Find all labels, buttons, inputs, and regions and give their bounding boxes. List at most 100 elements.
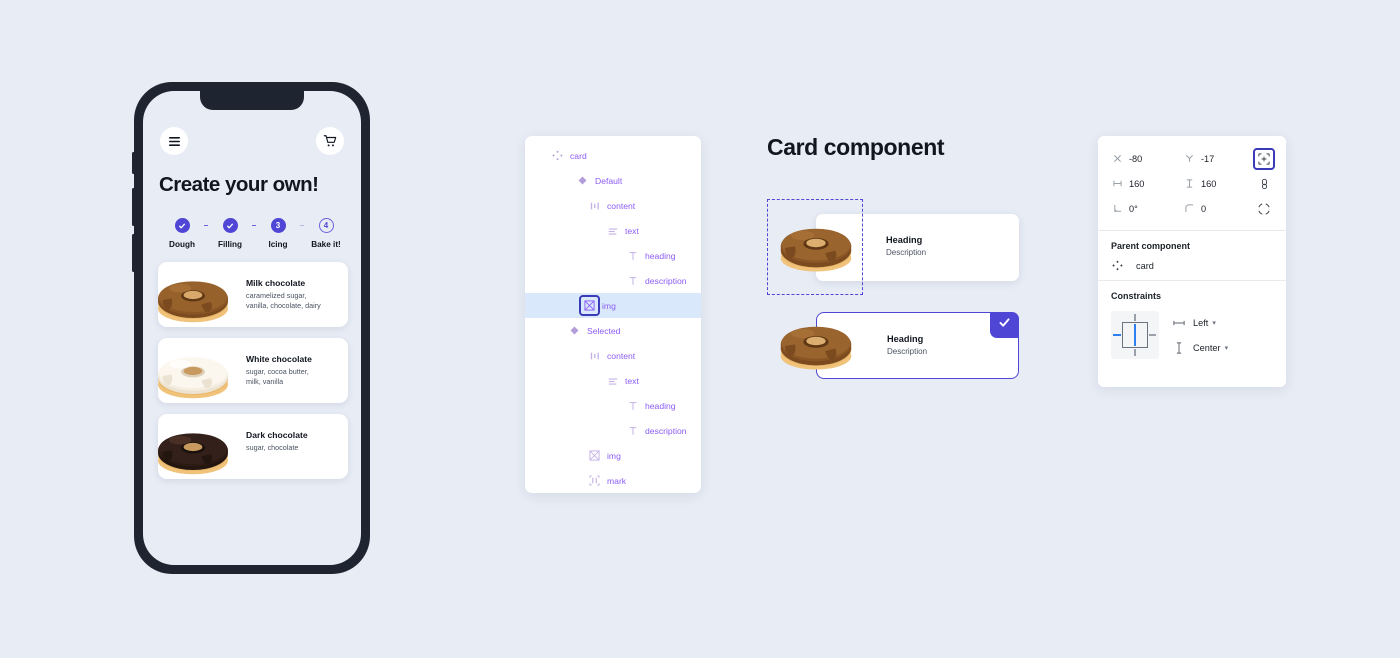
x-axis-icon [1111, 154, 1124, 163]
layer-row-img-2[interactable]: img [525, 443, 701, 468]
layer-row-mark[interactable]: mark [525, 468, 701, 493]
horizontal-constraint-value: Left [1193, 317, 1209, 328]
constraint-widget[interactable] [1111, 311, 1159, 359]
layer-label: text [625, 375, 639, 386]
constraints-section: Constraints Left ▾ Center ▾ [1098, 281, 1286, 369]
text-group-icon [605, 223, 620, 238]
layer-label: Default [595, 175, 623, 186]
cart-button[interactable] [316, 127, 344, 155]
layers-panel: card Default content text heading descri… [525, 136, 701, 493]
menu-button[interactable] [160, 127, 188, 155]
layer-label: heading [645, 400, 676, 411]
horizontal-constraint-select[interactable]: Left ▾ [1172, 310, 1228, 335]
card-description: Description [887, 347, 928, 356]
rotation-radius-row: 0° 0 [1111, 196, 1273, 221]
layer-label: content [607, 350, 636, 361]
layer-label: Selected [587, 325, 621, 336]
position-size-section: -80 -17 160 160 0° 0 [1098, 136, 1286, 230]
layer-label: heading [645, 250, 676, 261]
layer-row-heading[interactable]: heading [525, 243, 701, 268]
parent-component-row[interactable]: card [1111, 260, 1273, 271]
donut-image-dark [150, 418, 236, 476]
ratio-tools [1255, 175, 1273, 193]
stepper-step-icing[interactable]: 3 Icing [256, 218, 300, 249]
list-item[interactable]: White chocolate sugar, cocoa butter, mil… [158, 338, 348, 403]
list-item-body: Dark chocolate sugar, chocolate [246, 430, 340, 453]
type-icon [625, 398, 640, 413]
layer-label: img [607, 450, 621, 461]
layer-row-text-group[interactable]: text [525, 218, 701, 243]
layer-label: text [625, 225, 639, 236]
stepper-step-bake-it[interactable]: 4 Bake it! [304, 218, 348, 249]
rotation-field[interactable]: 0° [1111, 196, 1183, 221]
list-item-desc-line: caramelized sugar, [246, 291, 307, 300]
constraint-tick-center-active [1133, 324, 1137, 346]
list-item-desc-line: milk, vanilla [246, 376, 284, 386]
text-group-icon [605, 373, 620, 388]
phone-mockup: Create your own! Dough Filling 3 Icing 4… [132, 82, 370, 574]
constraints-control: Left ▾ Center ▾ [1111, 310, 1273, 360]
list-item-body: Milk chocolate caramelized sugar, vanill… [246, 278, 340, 310]
image-selection-outline [767, 199, 863, 295]
clip-content-icon[interactable] [1255, 200, 1273, 218]
corner-radius-field[interactable]: 0 [1183, 196, 1255, 221]
card-description: Description [886, 248, 927, 257]
layer-row-content-2[interactable]: content [525, 343, 701, 368]
progress-stepper: Dough Filling 3 Icing 4 Bake it! [160, 218, 348, 249]
auto-layout-icon [587, 198, 602, 213]
card-body: Heading Description [887, 334, 927, 356]
parent-component-label: Parent component [1111, 241, 1191, 251]
layer-row-content[interactable]: content [525, 193, 701, 218]
chevron-down-icon: ▾ [1224, 344, 1229, 352]
vertical-constraint-select[interactable]: Center ▾ [1172, 335, 1228, 360]
card-heading: Heading [886, 235, 923, 245]
vertical-constraint-value: Center [1193, 342, 1221, 353]
step-indicator-upcoming: 4 [318, 218, 334, 233]
layer-row-card[interactable]: card [525, 143, 701, 168]
phone-volume-down-button [132, 234, 135, 272]
list-item[interactable]: Milk chocolate caramelized sugar, vanill… [158, 262, 348, 327]
constraint-tick-left-active [1113, 333, 1121, 337]
width-field[interactable]: 160 [1111, 171, 1183, 196]
layer-row-heading-2[interactable]: heading [525, 393, 701, 418]
step-indicator-done [222, 218, 238, 233]
phone-side-button [132, 152, 135, 174]
app-top-bar [160, 127, 344, 155]
height-field[interactable]: 160 [1183, 171, 1255, 196]
layer-row-text-group-2[interactable]: text [525, 368, 701, 393]
canvas: Create your own! Dough Filling 3 Icing 4… [0, 0, 1400, 658]
layer-row-selected-variant[interactable]: Selected [525, 318, 701, 343]
chevron-down-icon: ▾ [1212, 319, 1216, 327]
layer-row-default[interactable]: Default [525, 168, 701, 193]
component-icon [1111, 260, 1124, 271]
type-icon [625, 248, 640, 263]
layer-row-description[interactable]: description [525, 268, 701, 293]
wh-row: 160 160 [1111, 171, 1273, 196]
y-value: -17 [1201, 153, 1215, 164]
clip-tools [1255, 200, 1273, 218]
layer-row-description-2[interactable]: description [525, 418, 701, 443]
instance-icon [587, 473, 602, 488]
parent-component-section: Parent component card [1098, 231, 1286, 280]
step-indicator-done [174, 218, 190, 233]
type-icon [625, 423, 640, 438]
card-donut-image-selected [774, 310, 858, 372]
type-icon [625, 273, 640, 288]
list-item[interactable]: Dark chocolate sugar, chocolate [158, 414, 348, 479]
stepper-step-dough[interactable]: Dough [160, 218, 204, 249]
align-center-icon[interactable] [1253, 147, 1275, 170]
link-icon[interactable] [1255, 175, 1273, 193]
list-item-title: White chocolate [246, 354, 312, 364]
rotation-value: 0° [1129, 203, 1138, 214]
layer-row-img-selected[interactable]: img [525, 293, 701, 318]
phone-volume-up-button [132, 188, 135, 226]
height-value: 160 [1201, 178, 1217, 189]
width-icon [1111, 179, 1124, 188]
phone-notch [200, 91, 304, 110]
x-field[interactable]: -80 [1111, 146, 1183, 171]
constraint-selectors: Left ▾ Center ▾ [1172, 310, 1228, 360]
list-item-title: Dark chocolate [246, 430, 308, 440]
stepper-step-filling[interactable]: Filling [208, 218, 252, 249]
y-field[interactable]: -17 [1183, 146, 1255, 171]
corner-radius-value: 0 [1201, 203, 1207, 214]
